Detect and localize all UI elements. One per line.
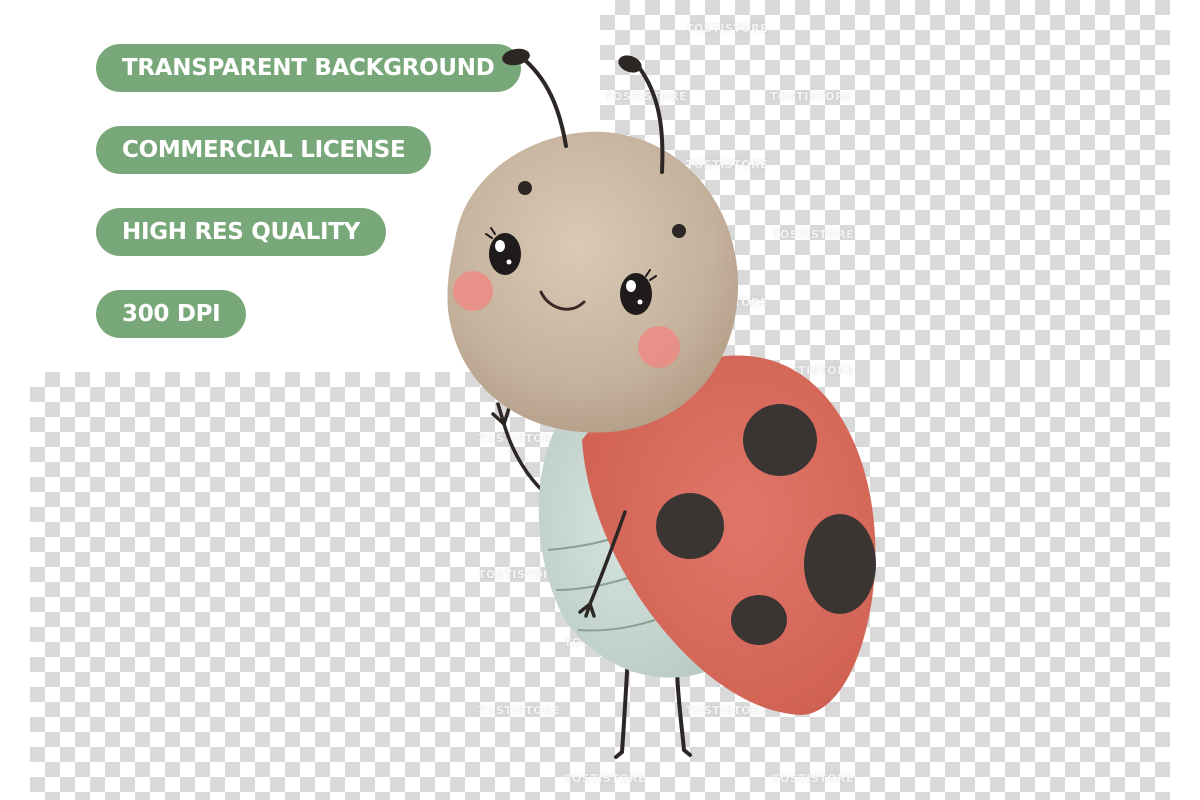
head-dot	[518, 181, 532, 195]
left-cheek	[453, 271, 493, 311]
head-dot	[672, 224, 686, 238]
left-eye	[489, 233, 521, 275]
ladybug-head	[447, 131, 739, 433]
left-antenna	[518, 54, 568, 148]
spot	[743, 404, 817, 476]
spot	[804, 514, 876, 614]
right-eye	[620, 273, 652, 315]
antenna-tip	[618, 55, 642, 73]
spot	[731, 595, 787, 645]
right-cheek	[638, 326, 680, 368]
ladybug-icon	[447, 48, 876, 759]
left-leg	[614, 653, 630, 759]
spot	[656, 493, 724, 559]
right-leg	[675, 668, 692, 757]
